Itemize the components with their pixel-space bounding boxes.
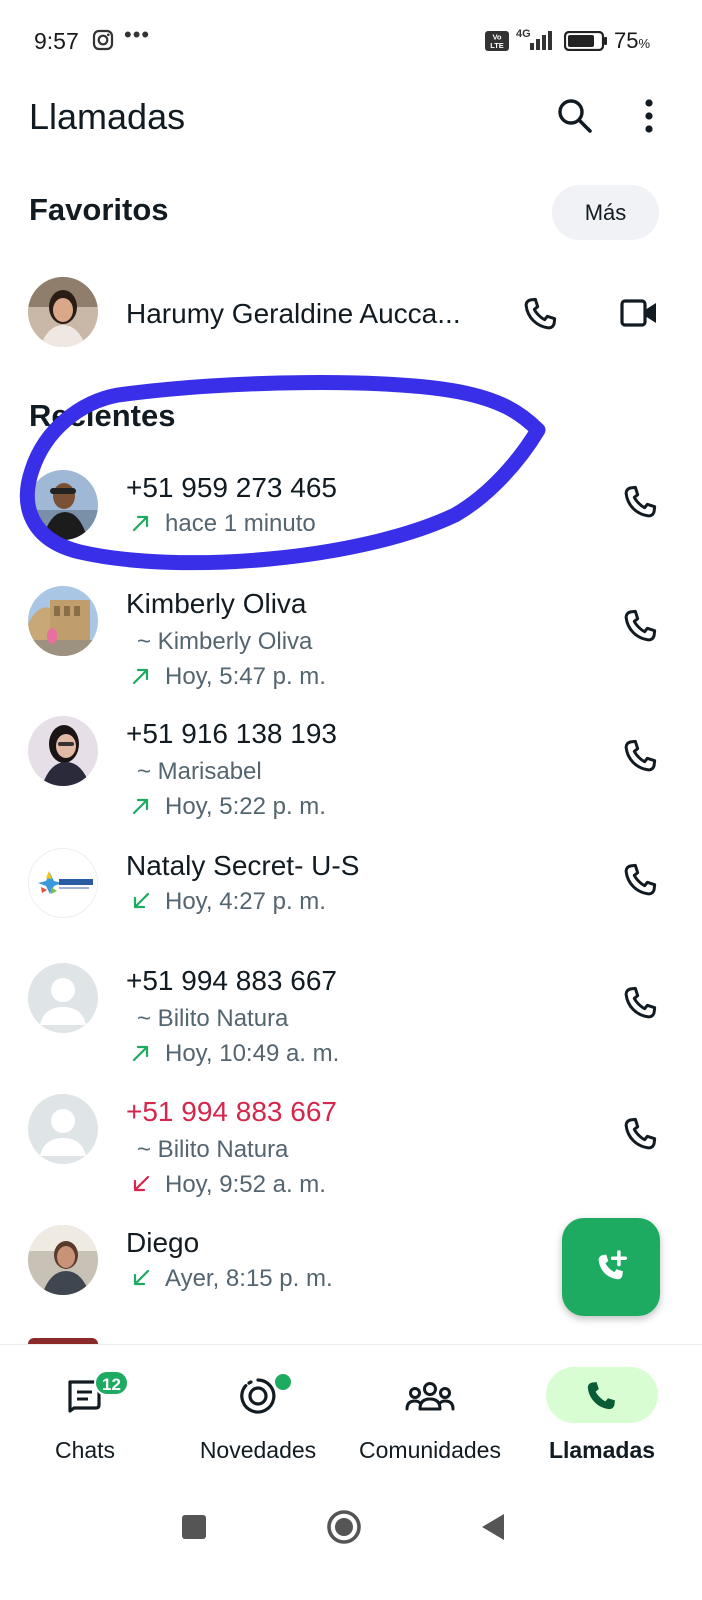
signal-icon xyxy=(530,31,552,50)
video-icon[interactable] xyxy=(619,296,659,330)
tab-communities[interactable]: Comunidades xyxy=(345,1345,515,1481)
tab-chats[interactable]: 12 Chats xyxy=(10,1345,160,1481)
avatar xyxy=(28,963,98,1033)
status-bar: 9:57 ••• Vo LTE 4G 75% xyxy=(0,0,702,84)
avatar xyxy=(28,1225,98,1295)
updates-icon xyxy=(240,1378,276,1414)
more-vert-icon xyxy=(645,99,653,133)
avatar xyxy=(28,1094,98,1164)
search-button[interactable] xyxy=(553,94,597,138)
call-contact-alias: ~ Bilito Natura xyxy=(137,1136,289,1163)
call-time: Hoy, 9:52 a. m. xyxy=(165,1171,326,1198)
phone-icon[interactable] xyxy=(620,983,660,1023)
recents-square-icon[interactable] xyxy=(181,1514,207,1540)
home-circle-icon[interactable] xyxy=(326,1509,362,1545)
volte-icon: Vo LTE xyxy=(485,31,509,51)
call-contact-alias: ~ Marisabel xyxy=(137,758,262,785)
tab-label: Chats xyxy=(54,1437,116,1463)
phone-icon[interactable] xyxy=(620,1114,660,1154)
arrow-incoming-icon xyxy=(133,1269,150,1286)
call-contact-name: Nataly Secret- U-S xyxy=(126,850,360,881)
avatar xyxy=(28,848,98,918)
arrow-outgoing-icon xyxy=(132,1045,149,1062)
avatar xyxy=(28,716,98,786)
call-time: Hoy, 5:47 p. m. xyxy=(165,663,326,690)
arrow-incoming-icon xyxy=(133,892,150,909)
tab-label: Llamadas xyxy=(548,1437,656,1463)
call-contact-name: +51 916 138 193 xyxy=(126,718,337,749)
page-title: Llamadas xyxy=(29,96,186,137)
updates-dot xyxy=(273,1372,293,1392)
call-contact-name: Diego xyxy=(126,1227,200,1258)
favorites-heading: Favoritos xyxy=(29,192,169,227)
communities-icon xyxy=(405,1382,455,1411)
call-log-item[interactable]: +51 994 883 667 ~ Bilito Natura Hoy, 9:5… xyxy=(0,1086,702,1206)
instagram-icon xyxy=(92,29,114,51)
tab-label: Comunidades xyxy=(359,1437,501,1463)
call-contact-name: +51 994 883 667 xyxy=(126,965,337,996)
tab-calls[interactable]: Llamadas xyxy=(532,1345,672,1481)
phone-icon[interactable] xyxy=(620,736,660,776)
call-log-item[interactable]: Kimberly Oliva ~ Kimberly Oliva Hoy, 5:4… xyxy=(0,578,702,698)
calls-icon xyxy=(587,1382,615,1410)
add-call-icon xyxy=(598,1250,627,1280)
arrow-outgoing-icon xyxy=(132,668,149,685)
system-navigation-bar xyxy=(0,1480,702,1600)
avatar xyxy=(28,586,98,656)
call-contact-name: Kimberly Oliva xyxy=(126,588,307,619)
call-log-item[interactable]: +51 959 273 465 hace 1 minuto xyxy=(0,462,702,558)
battery-level: 75% xyxy=(614,28,651,53)
bottom-navigation: 12 Chats Novedades Comunidades Llamadas xyxy=(0,1344,702,1480)
call-contact-name: +51 959 273 465 xyxy=(126,472,337,503)
call-log-item[interactable]: +51 994 883 667 ~ Bilito Natura Hoy, 10:… xyxy=(0,955,702,1075)
recents-heading: Recientes xyxy=(29,398,176,433)
call-contact-name: +51 994 883 667 xyxy=(126,1096,337,1127)
tab-label: Novedades xyxy=(199,1437,317,1463)
overflow-menu-button[interactable] xyxy=(633,94,665,138)
battery-icon xyxy=(564,31,607,51)
call-log-item[interactable]: Nataly Secret- U-S Hoy, 4:27 p. m. xyxy=(0,840,702,936)
avatar xyxy=(28,470,98,540)
back-triangle-icon[interactable] xyxy=(480,1512,506,1542)
phone-icon[interactable] xyxy=(520,294,560,334)
arrow-outgoing-icon xyxy=(132,515,149,532)
arrow-incoming-icon xyxy=(133,1175,150,1192)
call-time: Hoy, 10:49 a. m. xyxy=(165,1040,340,1067)
call-time: Ayer, 8:15 p. m. xyxy=(165,1265,333,1292)
unread-badge: 12 xyxy=(94,1370,129,1396)
call-time: Hoy, 4:27 p. m. xyxy=(165,888,326,915)
call-time: Hoy, 5:22 p. m. xyxy=(165,793,326,820)
status-time: 9:57 xyxy=(34,28,79,54)
phone-icon[interactable] xyxy=(620,860,660,900)
arrow-outgoing-icon xyxy=(132,798,149,815)
call-log-item[interactable]: +51 916 138 193 ~ Marisabel Hoy, 5:22 p.… xyxy=(0,708,702,828)
more-favorites-button[interactable]: Más xyxy=(552,185,659,240)
phone-icon[interactable] xyxy=(620,482,660,522)
new-call-button[interactable] xyxy=(562,1218,660,1316)
favorite-name: Harumy Geraldine Aucca... xyxy=(126,298,461,329)
avatar xyxy=(28,277,98,347)
status-more-icon: ••• xyxy=(124,22,151,47)
search-icon xyxy=(558,99,592,133)
call-contact-alias: ~ Kimberly Oliva xyxy=(137,628,313,655)
call-time: hace 1 minuto xyxy=(165,510,316,537)
phone-icon[interactable] xyxy=(620,606,660,646)
call-contact-alias: ~ Bilito Natura xyxy=(137,1005,289,1032)
tab-updates[interactable]: Novedades xyxy=(183,1345,333,1481)
svg-text:LTE: LTE xyxy=(490,41,504,50)
